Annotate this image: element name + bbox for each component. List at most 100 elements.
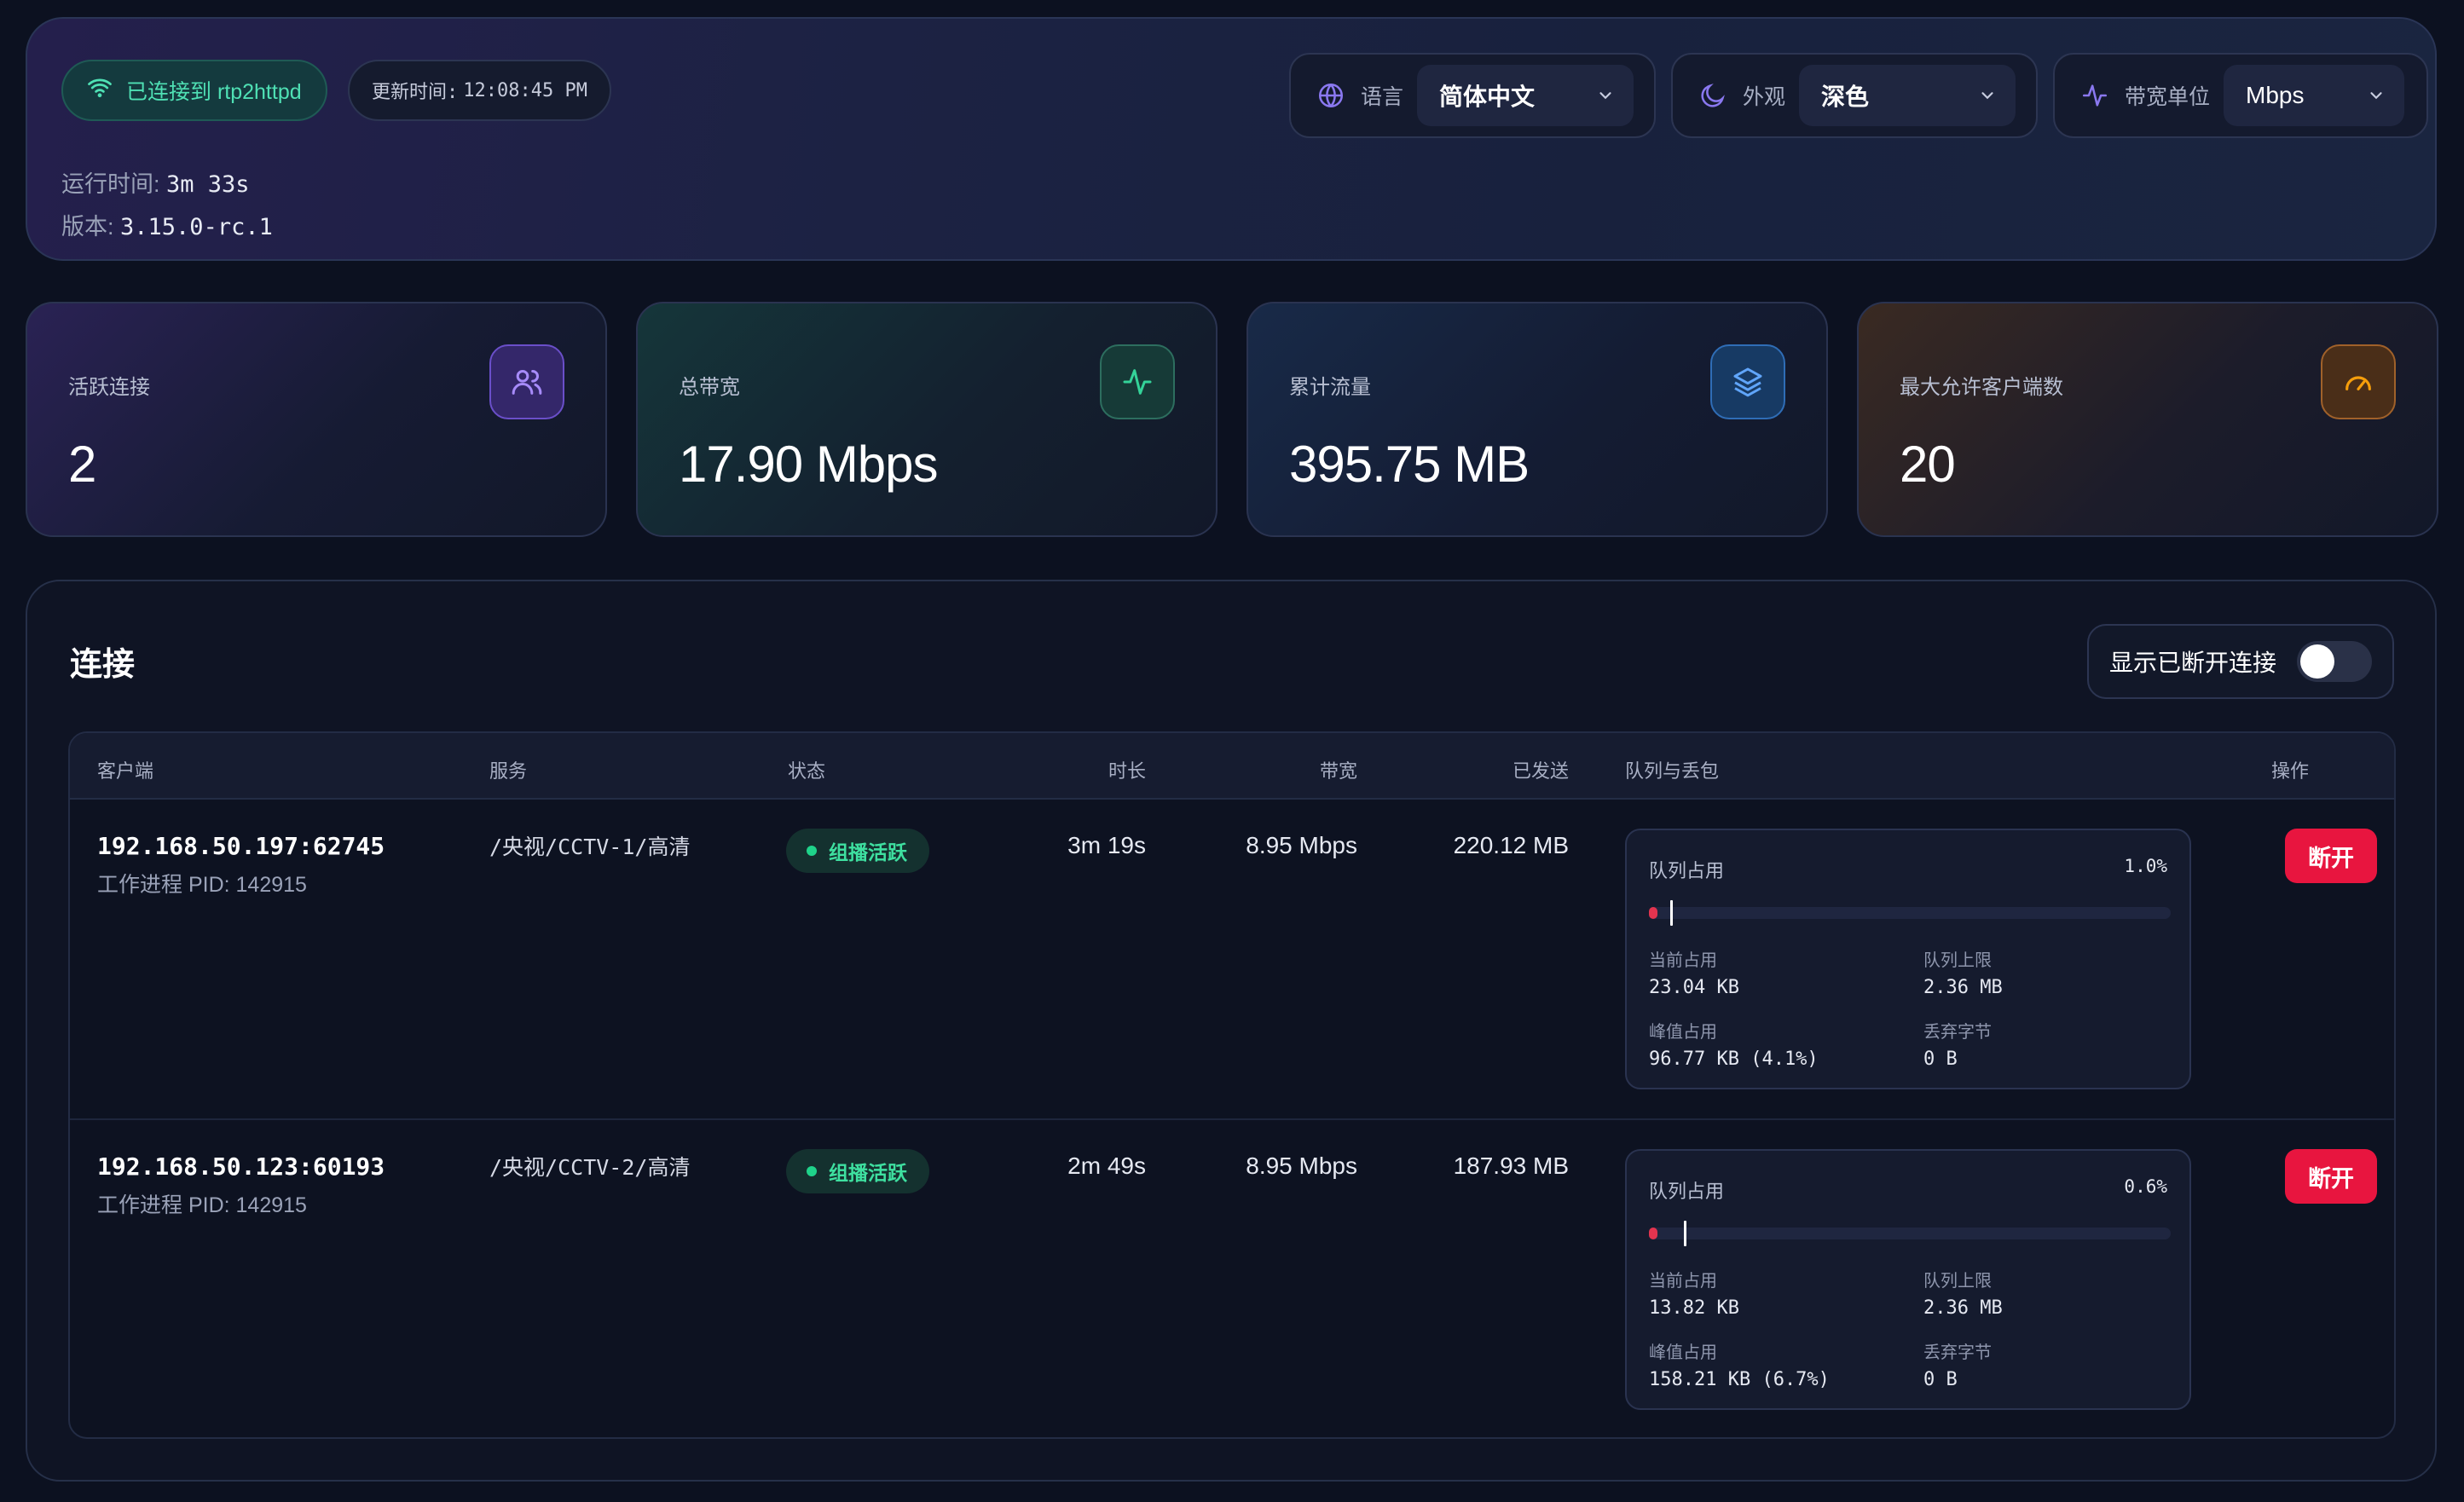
users-icon [489,344,564,419]
stat-title: 总带宽 [679,376,740,399]
bandwidth-unit-dropdown[interactable]: Mbps [2224,65,2405,126]
theme-dropdown[interactable]: 深色 [1799,65,2016,126]
uptime-label: 运行时间: [61,171,160,197]
queue-percent: 0.6% [2124,1176,2167,1197]
show-disconnected-label: 显示已断开连接 [2109,650,2277,676]
queue-limit-label: 队列上限 [1923,951,1992,970]
bytes-sent: 220.12 MB [1453,832,1569,858]
connections-title: 连接 [70,647,136,683]
disconnect-button[interactable]: 断开 [2285,1149,2377,1204]
status-dot-icon [807,846,817,856]
current-usage-value: 13.82 KB [1649,1297,1739,1319]
column-header-sent: 已发送 [1512,760,1569,782]
queue-peak-marker [1684,1221,1686,1246]
dropped-bytes-value: 0 B [1923,1369,1958,1390]
peak-usage-label: 峰值占用 [1649,1023,1717,1042]
bandwidth: 8.95 Mbps [1246,1152,1357,1179]
connections-table: 客户端 服务 状态 时长 带宽 已发送 队列与丢包 操作 192.168.50.… [68,731,2396,1439]
status-badge: 组播活跃 [786,1149,929,1193]
queue-title: 队列占用 [1649,860,1725,881]
version: 版本: 3.15.0-rc.1 [61,208,273,241]
bandwidth-unit-value: Mbps [2246,82,2305,108]
update-time-label: 更新时间: [372,82,459,103]
chevron-down-icon [1981,92,1993,100]
stat-card-active-connections: 活跃连接 2 [26,302,607,537]
client-address: 192.168.50.197:62745 [97,832,385,860]
gauge-icon [2321,344,2396,419]
stat-card-total-bandwidth: 总带宽 17.90 Mbps [636,302,1218,537]
globe-icon [1318,83,1344,108]
service-path: /央视/CCTV-2/高清 [489,1155,691,1180]
duration: 2m 49s [1067,1152,1146,1179]
activity-icon [1100,344,1175,419]
theme-selector: 外观 深色 [1671,53,2038,138]
bandwidth-unit-label: 带宽单位 [2125,85,2211,109]
stat-title: 最大允许客户端数 [1900,376,2063,399]
language-value: 简体中文 [1439,84,1536,110]
dropped-bytes-label: 丢弃字节 [1923,1023,1992,1042]
disconnect-button[interactable]: 断开 [2285,829,2377,883]
bandwidth: 8.95 Mbps [1246,832,1357,858]
queue-progress-bar [1649,1221,2171,1246]
peak-usage-label: 峰值占用 [1649,1343,1717,1362]
queue-peak-marker [1670,900,1674,926]
queue-card: 队列占用 1.0% 当前占用 23.04 KB 队列上限 2.36 MB 峰值占… [1625,829,2191,1089]
chevron-down-icon [1599,92,1611,100]
dropped-bytes-label: 丢弃字节 [1923,1343,1992,1362]
worker-pid: 工作进程 PID: 142915 [97,873,307,897]
column-header-service: 服务 [489,760,528,782]
table-header: 客户端 服务 状态 时长 带宽 已发送 队列与丢包 操作 [70,733,2394,800]
current-usage-label: 当前占用 [1649,951,1717,970]
bandwidth-unit-selector: 带宽单位 Mbps [2053,53,2428,138]
uptime-value: 3m 33s [166,171,250,198]
current-usage-value: 23.04 KB [1649,977,1739,998]
service-path: /央视/CCTV-1/高清 [489,835,691,859]
peak-usage-value: 96.77 KB (4.1%) [1649,1049,1819,1070]
column-header-action: 操作 [2271,760,2310,782]
stat-value: 2 [68,436,96,493]
uptime: 运行时间: 3m 33s [61,165,250,199]
queue-limit-value: 2.36 MB [1923,1297,2003,1319]
language-selector: 语言 简体中文 [1289,53,1656,138]
column-header-queue: 队列与丢包 [1625,760,1720,782]
peak-usage-value: 158.21 KB (6.7%) [1649,1369,1830,1390]
toggle-knob [2300,644,2334,679]
stat-card-max-clients: 最大允许客户端数 20 [1857,302,2438,537]
version-value: 3.15.0-rc.1 [120,214,273,240]
queue-progress-fill [1649,907,1657,919]
queue-limit-label: 队列上限 [1923,1272,1992,1291]
theme-label: 外观 [1743,85,1786,109]
language-dropdown[interactable]: 简体中文 [1417,65,1634,126]
table-row: 192.168.50.197:62745 工作进程 PID: 142915 /央… [70,801,2394,1120]
queue-limit-value: 2.36 MB [1923,977,2003,998]
language-label: 语言 [1361,85,1404,109]
connection-status-badge: 已连接到 rtp2httpd [61,60,327,121]
client-address: 192.168.50.123:60193 [97,1152,385,1181]
activity-icon [2082,84,2108,107]
toggle-switch[interactable] [2297,641,2372,682]
stat-title: 活跃连接 [68,376,150,399]
table-row: 192.168.50.123:60193 工作进程 PID: 142915 /央… [70,1122,2394,1437]
column-header-status: 状态 [788,760,826,782]
show-disconnected-toggle[interactable]: 显示已断开连接 [2087,624,2394,699]
status-text: 组播活跃 [829,841,907,864]
stat-title: 累计流量 [1289,376,1371,399]
duration: 3m 19s [1067,832,1146,858]
queue-progress-fill [1649,1228,1657,1239]
moon-icon [1701,84,1725,107]
queue-title: 队列占用 [1649,1181,1725,1202]
stat-value: 20 [1900,436,1956,493]
stat-value: 395.75 MB [1289,436,1530,493]
update-time-badge: 更新时间: 12:08:45 PM [348,60,611,121]
theme-value: 深色 [1821,84,1870,110]
update-time-value: 12:08:45 PM [463,79,587,101]
current-usage-label: 当前占用 [1649,1272,1717,1291]
stat-card-total-traffic: 累计流量 395.75 MB [1246,302,1828,537]
queue-progress-bar [1649,900,2171,926]
connections-panel: 连接 显示已断开连接 客户端 服务 状态 时长 带宽 已发送 队列与丢包 操作 … [26,580,2437,1482]
version-label: 版本: [61,214,114,240]
layers-icon [1710,344,1785,419]
column-header-client: 客户端 [97,760,154,782]
column-header-bandwidth: 带宽 [1319,760,1357,782]
worker-pid: 工作进程 PID: 142915 [97,1193,307,1217]
